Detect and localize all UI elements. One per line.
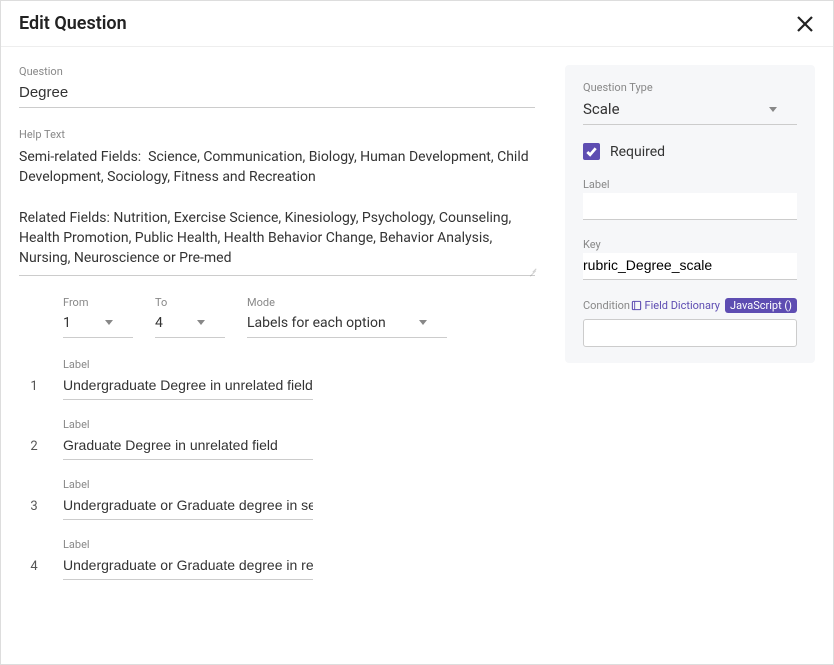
from-label: From [63, 296, 133, 309]
mode-field: Mode Labels for each option [247, 296, 447, 338]
option-number: 1 [19, 379, 49, 400]
key-label: Key [583, 238, 797, 251]
key-field: Key [583, 238, 797, 280]
modal-title: Edit Question [19, 13, 127, 34]
required-checkbox[interactable] [583, 143, 600, 160]
label-heading: Label [583, 178, 797, 191]
question-input[interactable] [19, 80, 535, 108]
option-label-heading: Label [63, 418, 313, 431]
condition-input[interactable] [583, 319, 797, 347]
scale-option-list: 1 Label 2 Label 3 Label [19, 358, 535, 580]
label-field: Label [583, 178, 797, 220]
scale-option-row: 2 Label [19, 418, 535, 460]
scale-option-row: 4 Label [19, 538, 535, 580]
field-dictionary-text: Field Dictionary [645, 299, 720, 312]
question-label: Question [19, 65, 535, 78]
field-dictionary-link[interactable]: Field Dictionary [631, 299, 720, 312]
book-icon [631, 300, 642, 311]
mode-select[interactable]: Labels for each option [247, 311, 447, 338]
resize-handle-icon[interactable] [527, 266, 537, 276]
to-field: To 4 [155, 296, 225, 338]
option-label-input[interactable] [63, 553, 313, 580]
option-number: 2 [19, 439, 49, 460]
condition-label: Condition [583, 299, 630, 312]
right-panel: Question Type Scale Required Label Key [565, 65, 815, 363]
key-input[interactable] [583, 253, 797, 280]
to-value: 4 [155, 315, 163, 331]
option-number: 4 [19, 559, 49, 580]
required-label: Required [610, 144, 665, 160]
from-value: 1 [63, 315, 71, 331]
option-label-heading: Label [63, 478, 313, 491]
mode-value: Labels for each option [247, 315, 386, 331]
helptext-label: Help Text [19, 128, 535, 141]
option-label-heading: Label [63, 358, 313, 371]
javascript-badge[interactable]: JavaScript () [725, 298, 797, 313]
chevron-down-icon [769, 107, 777, 112]
option-label-input[interactable] [63, 493, 313, 520]
option-label-input[interactable] [63, 373, 313, 400]
close-icon[interactable] [795, 14, 815, 34]
question-type-value: Scale [583, 100, 620, 118]
question-field: Question [19, 65, 535, 108]
modal-header: Edit Question [1, 1, 833, 47]
helptext-input[interactable]: Semi-related Fields: Science, Communicat… [19, 143, 535, 276]
from-select[interactable]: 1 [63, 311, 133, 338]
scale-option-row: 3 Label [19, 478, 535, 520]
option-number: 3 [19, 499, 49, 520]
from-field: From 1 [63, 296, 133, 338]
scale-controls: From 1 To 4 Mode Labels for [63, 296, 535, 338]
required-row: Required [583, 143, 797, 160]
left-panel: Question Help Text Semi-related Fields: … [19, 65, 535, 646]
question-type-label: Question Type [583, 81, 797, 94]
mode-label: Mode [247, 296, 447, 309]
question-type-select[interactable]: Scale [583, 96, 797, 125]
to-select[interactable]: 4 [155, 311, 225, 338]
chevron-down-icon [197, 320, 205, 325]
label-input[interactable] [583, 193, 797, 220]
option-label-heading: Label [63, 538, 313, 551]
question-type-field: Question Type Scale [583, 81, 797, 125]
to-label: To [155, 296, 225, 309]
scale-option-row: 1 Label [19, 358, 535, 400]
modal-body: Question Help Text Semi-related Fields: … [1, 47, 833, 664]
option-label-input[interactable] [63, 433, 313, 460]
helptext-field: Help Text Semi-related Fields: Science, … [19, 128, 535, 276]
chevron-down-icon [105, 320, 113, 325]
chevron-down-icon [419, 320, 427, 325]
edit-question-modal: Edit Question Question Help Text Semi-re… [0, 0, 834, 665]
condition-field: Condition Field Dictionary JavaScript () [583, 298, 797, 347]
